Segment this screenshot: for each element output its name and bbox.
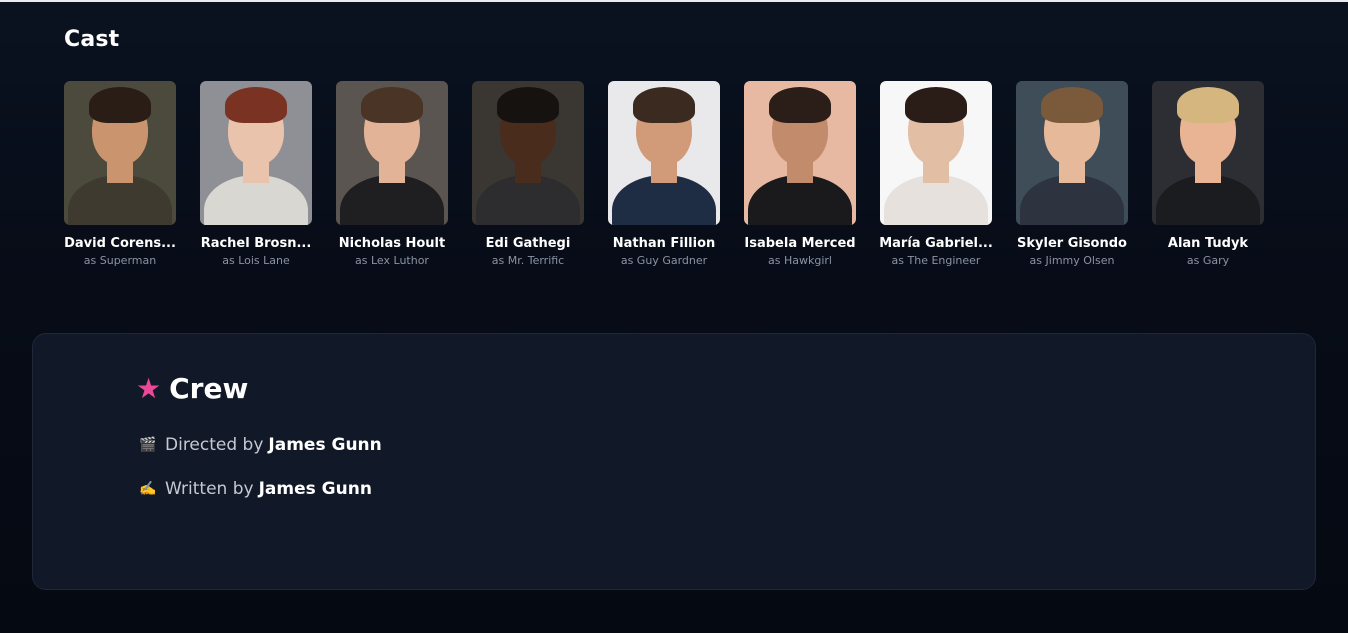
cast-photo xyxy=(880,81,992,225)
cast-member-name: Isabela Merced xyxy=(744,236,856,251)
written-by-label: Written by xyxy=(165,479,254,499)
star-icon: ★ xyxy=(136,371,162,405)
cast-member-name: Skyler Gisondo xyxy=(1017,236,1127,251)
cast-member-role: as Mr. Terrific xyxy=(491,254,565,267)
cast-member-role: as Superman xyxy=(83,254,157,267)
cast-member-name: Nicholas Hoult xyxy=(338,236,446,251)
cast-photo xyxy=(744,81,856,225)
cast-photo xyxy=(1016,81,1128,225)
cast-member-role: as Lois Lane xyxy=(222,254,290,267)
cast-member-card[interactable]: David Corens... as Superman xyxy=(64,81,176,268)
cast-photo xyxy=(1152,81,1264,225)
cast-member-role: as Hawkgirl xyxy=(768,254,832,267)
writer-line: ✍️ Written by James Gunn xyxy=(139,479,372,499)
cast-heading: Cast xyxy=(64,27,120,52)
top-border xyxy=(0,0,1348,2)
cast-member-role: as Gary xyxy=(1186,254,1230,267)
cast-member-role: as The Engineer xyxy=(891,254,981,267)
cast-member-card[interactable]: Edi Gathegi as Mr. Terrific xyxy=(472,81,584,268)
crew-heading: ★ Crew xyxy=(136,372,248,405)
cast-member-name: Nathan Fillion xyxy=(612,236,716,251)
cast-photo xyxy=(200,81,312,225)
cast-list: David Corens... as Superman Rachel Brosn..… xyxy=(64,81,1264,268)
cast-member-name: Alan Tudyk xyxy=(1167,236,1249,251)
cast-member-card[interactable]: Isabela Merced as Hawkgirl xyxy=(744,81,856,268)
writing-hand-icon: ✍️ xyxy=(139,481,157,497)
cast-member-role: as Jimmy Olsen xyxy=(1029,254,1115,267)
cast-member-name: Edi Gathegi xyxy=(485,236,571,251)
director-line: 🎬 Directed by James Gunn xyxy=(139,435,382,455)
cast-photo xyxy=(472,81,584,225)
writer-name[interactable]: James Gunn xyxy=(259,479,372,499)
cast-member-role: as Guy Gardner xyxy=(620,254,708,267)
cast-member-name: David Corens... xyxy=(64,236,176,251)
cast-photo xyxy=(608,81,720,225)
cast-member-card[interactable]: Nathan Fillion as Guy Gardner xyxy=(608,81,720,268)
directed-by-label: Directed by xyxy=(165,435,264,455)
cast-member-card[interactable]: Skyler Gisondo as Jimmy Olsen xyxy=(1016,81,1128,268)
cast-photo xyxy=(64,81,176,225)
cast-member-card[interactable]: Rachel Brosn... as Lois Lane xyxy=(200,81,312,268)
cast-member-card[interactable]: Alan Tudyk as Gary xyxy=(1152,81,1264,268)
cast-member-name: Rachel Brosn... xyxy=(200,236,312,251)
cast-member-name: María Gabriel... xyxy=(879,236,993,251)
cast-member-card[interactable]: Nicholas Hoult as Lex Luthor xyxy=(336,81,448,268)
crew-title: Crew xyxy=(169,372,249,405)
cast-photo xyxy=(336,81,448,225)
crew-panel: ★ Crew 🎬 Directed by James Gunn ✍️ Writt… xyxy=(32,333,1316,590)
cast-member-role: as Lex Luthor xyxy=(355,254,429,267)
clapperboard-icon: 🎬 xyxy=(139,437,157,453)
cast-member-card[interactable]: María Gabriel... as The Engineer xyxy=(879,81,993,268)
director-name[interactable]: James Gunn xyxy=(268,435,381,455)
